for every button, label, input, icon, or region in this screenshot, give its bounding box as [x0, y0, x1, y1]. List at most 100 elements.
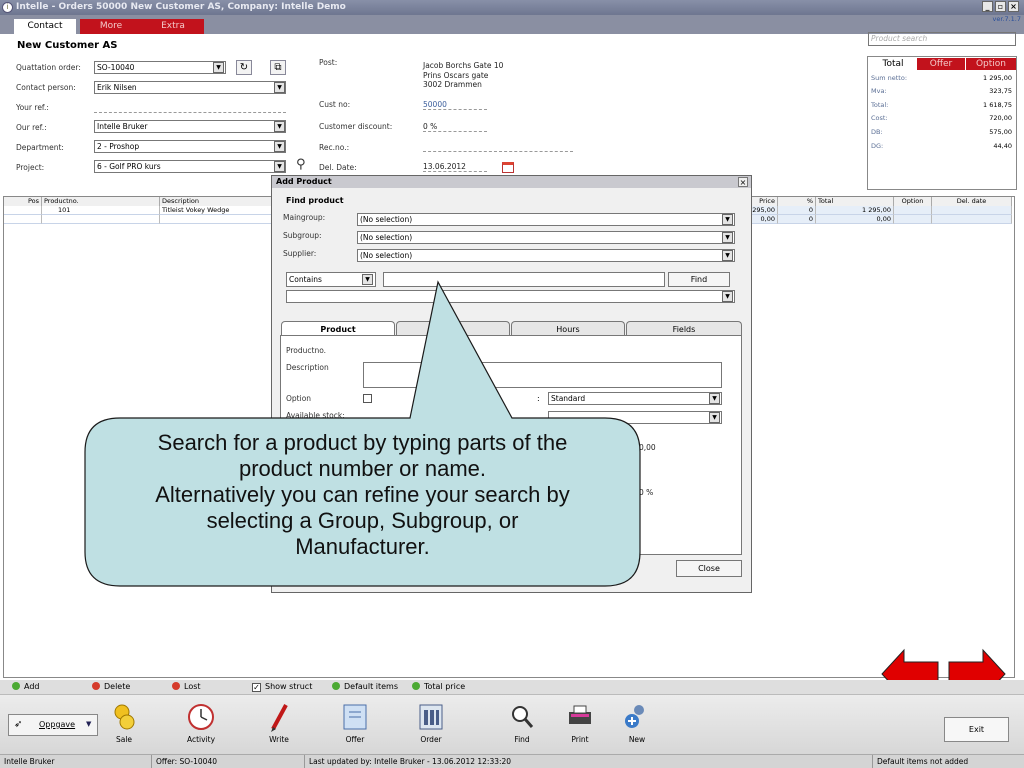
table-cell[interactable] [894, 206, 932, 215]
quotation-order-select[interactable]: SO-10040 [94, 61, 226, 74]
find-button[interactable]: Find [668, 272, 730, 287]
table-cell[interactable] [894, 215, 932, 224]
del-date-input[interactable]: 13.06.2012 [423, 162, 487, 172]
chevron-down-icon[interactable]: ▼ [274, 121, 285, 132]
restore-icon[interactable]: ▫ [995, 1, 1006, 12]
your-ref-input[interactable] [94, 112, 286, 113]
our-ref-select[interactable]: Intelle Bruker [94, 120, 286, 133]
find-button-main[interactable]: Find [492, 700, 552, 750]
close-button[interactable]: Close [676, 560, 742, 577]
customer-discount-input[interactable]: 0 % [423, 122, 487, 132]
table-cell[interactable]: Titleist Vokey Wedge [160, 206, 272, 215]
subgroup-select[interactable]: (No selection) [357, 231, 735, 244]
total-price-button[interactable]: Total price [412, 681, 465, 693]
exit-button[interactable]: Exit [944, 717, 1009, 742]
table-cell[interactable]: 0 [778, 215, 816, 224]
grid-header-total[interactable]: Total [816, 197, 894, 206]
tab-extra[interactable]: Extra [142, 19, 204, 34]
search-icon[interactable]: ⚲ [296, 158, 312, 173]
table-cell[interactable] [160, 215, 272, 224]
tab-more[interactable]: More [80, 19, 142, 34]
add-row-button[interactable]: Add [12, 681, 40, 693]
table-cell[interactable]: 295,00 [752, 206, 778, 215]
rec-no-input[interactable] [423, 151, 573, 152]
calendar-icon[interactable] [502, 162, 514, 173]
tab-option[interactable]: Option [966, 58, 1016, 70]
grid-header-pct[interactable]: % [778, 197, 816, 206]
chevron-down-icon[interactable]: ▼ [709, 393, 720, 404]
refresh-icon[interactable]: ↻ [236, 60, 252, 75]
table-cell[interactable]: 0,00 [816, 215, 894, 224]
grid-header-pos[interactable]: Pos [4, 197, 42, 206]
delete-row-button[interactable]: Delete [92, 681, 130, 693]
chevron-down-icon[interactable]: ▼ [362, 274, 373, 285]
option-checkbox[interactable] [363, 394, 372, 403]
sale-button[interactable]: Sale [94, 700, 154, 750]
tab-hours[interactable]: Hours [511, 321, 625, 336]
table-cell[interactable]: 0,00 [752, 215, 778, 224]
table-cell[interactable] [932, 206, 1012, 215]
supplier-select[interactable]: (No selection) [357, 249, 735, 262]
tab-offer[interactable]: Offer [917, 58, 965, 70]
search-results-select[interactable] [286, 290, 735, 303]
search-input[interactable] [383, 272, 665, 287]
chevron-down-icon[interactable]: ▼ [722, 232, 733, 243]
grid-header-description[interactable]: Description [160, 197, 272, 206]
grid-header-productno[interactable]: Productno. [42, 197, 160, 206]
chevron-down-icon[interactable]: ▼ [709, 412, 720, 423]
table-cell[interactable]: 1 295,00 [816, 206, 894, 215]
stock-select[interactable] [548, 411, 722, 424]
table-cell[interactable]: 0 [778, 206, 816, 215]
chevron-down-icon[interactable]: ▼ [213, 62, 224, 73]
tab-contact[interactable]: Contact [14, 19, 76, 34]
table-cell[interactable] [4, 206, 42, 215]
activity-button[interactable]: Activity [171, 700, 231, 750]
grid-header-del-date[interactable]: Del. date [932, 197, 1012, 206]
default-items-button[interactable]: Default items [332, 681, 398, 693]
chevron-down-icon[interactable]: ▼ [274, 82, 285, 93]
show-struct-toggle[interactable]: ✓ Show struct [252, 681, 312, 693]
order-button[interactable]: Order [401, 700, 461, 750]
price-type-select[interactable]: Standard [548, 392, 722, 405]
new-button[interactable]: New [607, 700, 667, 750]
status-user: Intelle Bruker [0, 755, 152, 768]
lost-button[interactable]: Lost [172, 681, 201, 693]
product-search-input[interactable]: Product search [868, 32, 1016, 46]
chevron-down-icon[interactable]: ▼ [722, 250, 733, 261]
chevron-down-icon[interactable]: ▼ [274, 141, 285, 152]
minimize-icon[interactable]: _ [982, 1, 993, 12]
grid-header-price[interactable]: Price [752, 197, 778, 206]
table-cell[interactable] [932, 215, 1012, 224]
close-icon[interactable]: × [738, 177, 748, 187]
copy-icon[interactable]: ⧉ [270, 60, 286, 75]
dialog-title: Add Product [272, 176, 751, 188]
chevron-down-icon[interactable]: ▼ [722, 214, 733, 225]
close-window-icon[interactable]: × [1008, 1, 1019, 12]
grid-header-option[interactable]: Option [894, 197, 932, 206]
project-select[interactable]: 6 - Golf PRO kurs [94, 160, 286, 173]
contact-person-select[interactable]: Erik Nilsen [94, 81, 286, 94]
tab-unnamed[interactable] [396, 321, 510, 336]
price-type-colon: : [537, 394, 540, 403]
cust-no-link[interactable]: 50000 [423, 100, 487, 110]
table-cell[interactable] [4, 215, 42, 224]
chevron-down-icon[interactable]: ▼ [274, 161, 285, 172]
tab-fields[interactable]: Fields [626, 321, 742, 336]
chevron-down-icon[interactable]: ▼ [722, 291, 733, 302]
maingroup-select[interactable]: (No selection) [357, 213, 735, 226]
write-button[interactable]: Write [249, 700, 309, 750]
tab-total[interactable]: Total [869, 58, 917, 70]
description-input[interactable] [363, 362, 722, 388]
print-button[interactable]: Print [550, 700, 610, 750]
find-product-heading: Find product [286, 196, 344, 205]
post-label: Post: [319, 58, 338, 67]
department-select[interactable]: 2 - Proshop [94, 140, 286, 153]
offer-icon [343, 704, 367, 730]
subgroup-label: Subgroup: [283, 231, 322, 240]
offer-button[interactable]: Offer [325, 700, 385, 750]
our-ref-label: Our ref.: [16, 123, 47, 132]
chevron-down-icon[interactable]: ▼ [86, 720, 91, 728]
table-cell[interactable] [42, 215, 160, 224]
table-cell[interactable]: 101 [42, 206, 160, 215]
tab-product[interactable]: Product [281, 321, 395, 336]
